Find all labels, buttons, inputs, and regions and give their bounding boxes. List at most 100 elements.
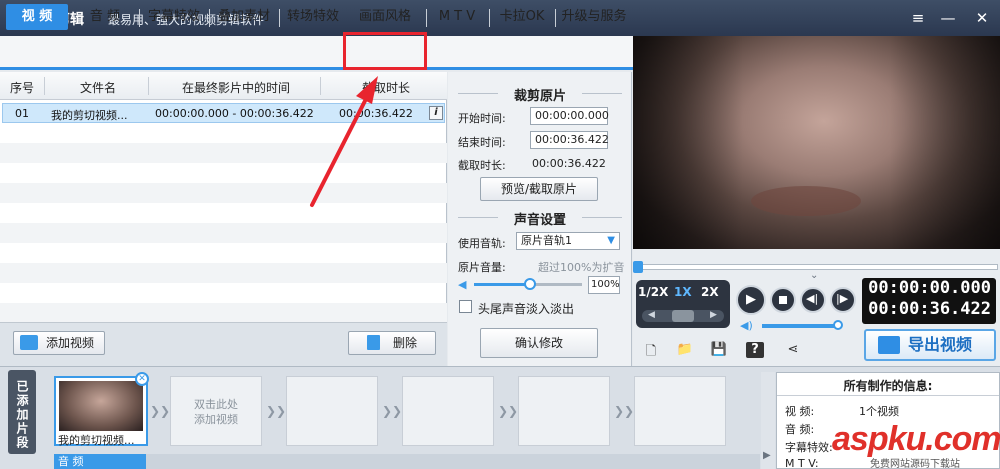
tab-separator — [489, 9, 490, 27]
row-duration: 00:00:36.422 — [339, 107, 413, 120]
column-separator — [148, 77, 149, 95]
column-separator — [320, 77, 321, 95]
empty-clip-slot[interactable] — [518, 376, 610, 446]
minimize-icon[interactable]: — — [938, 8, 958, 28]
tab-mtv[interactable]: M T V — [428, 4, 486, 30]
file-list-header: 序号 文件名 在最终影片中的时间 截取时长 — [0, 72, 447, 100]
tab-video[interactable]: 视 频 — [6, 4, 68, 30]
play-button[interactable]: ▶ — [736, 285, 766, 315]
main-tab-bar — [0, 36, 633, 70]
player-volume-thumb[interactable] — [833, 320, 843, 330]
empty-clip-slot[interactable] — [402, 376, 494, 446]
delete-label: 删除 — [393, 336, 418, 350]
volume-icon[interactable]: ◀) — [740, 319, 753, 332]
trash-icon — [367, 335, 380, 350]
start-time-input[interactable]: 00:00:00.000 — [530, 107, 609, 125]
start-time-label: 开始时间: — [458, 112, 506, 125]
speed-normal[interactable]: 1X — [674, 285, 692, 299]
added-clips-label: 已添加片段 — [8, 370, 36, 454]
open-folder-icon[interactable]: 📁 — [676, 342, 694, 358]
preview-crop-button[interactable]: 预览/截取原片 — [480, 177, 598, 201]
clip-name: 我的剪切视频... — [58, 434, 135, 447]
help-icon[interactable]: ? — [746, 342, 764, 358]
tab-separator — [555, 9, 556, 27]
empty-row — [0, 303, 447, 322]
add-video-button[interactable]: 添加视频 — [13, 331, 105, 355]
volume-label: 原片音量: — [458, 261, 506, 274]
tab-overlay-material[interactable]: 叠加素材 — [212, 4, 276, 30]
info-icon[interactable]: i — [429, 106, 443, 120]
tab-audio[interactable]: 音 频 — [74, 4, 136, 30]
empty-clip-slot[interactable] — [286, 376, 378, 446]
next-frame-button[interactable]: |▶ — [830, 287, 856, 313]
tab-transition-effects[interactable]: 转场特效 — [282, 4, 344, 30]
crop-settings-panel: 裁剪原片 开始时间: 00:00:00.000 结束时间: 00:00:36.4… — [448, 72, 632, 366]
clip-thumbnail[interactable]: 我的剪切视频... — [54, 376, 148, 447]
tab-picture-style[interactable]: 画面风格 — [348, 4, 422, 30]
fade-label: 头尾声音淡入淡出 — [478, 302, 575, 316]
stop-button[interactable] — [770, 287, 796, 313]
column-header-filename: 文件名 — [80, 81, 117, 95]
watermark-logo: aspku.com — [832, 420, 1000, 458]
row-index: 01 — [15, 107, 29, 120]
watermark-subtext: 免费网站源码下载站 — [870, 459, 960, 469]
clip-thumbnail-image — [59, 381, 143, 431]
tab-upgrade-service[interactable]: 升级与服务 — [557, 4, 631, 30]
divider — [777, 395, 999, 396]
empty-clip-slot[interactable]: 双击此处 添加视频 — [170, 376, 262, 446]
video-preview[interactable] — [633, 36, 1000, 249]
info-mtv-label: M T V: — [785, 457, 819, 469]
table-row[interactable]: 01 我的剪切视频... 00:00:00.000 - 00:00:36.422… — [2, 103, 445, 123]
slower-icon: ◀ — [648, 310, 655, 320]
player-volume-slider[interactable] — [762, 324, 842, 328]
chevron-right-icon: ❯❯ — [150, 404, 171, 418]
duration-label: 截取时长: — [458, 159, 506, 172]
play-icon: ▶ — [746, 292, 756, 307]
empty-row — [0, 183, 447, 203]
empty-clip-slot[interactable] — [634, 376, 726, 446]
chevron-right-icon: ❯❯ — [266, 404, 287, 418]
menu-icon[interactable]: ≡ — [908, 8, 928, 28]
chevron-right-icon: ❯❯ — [614, 404, 635, 418]
speed-slider[interactable]: ◀ ▶ — [642, 310, 724, 322]
info-audio-label: 音 频: — [785, 423, 815, 436]
stop-icon — [779, 296, 787, 304]
crop-section-title: 裁剪原片 — [513, 89, 566, 104]
export-video-label: 导出视频 — [908, 335, 973, 354]
empty-row — [0, 143, 447, 163]
confirm-changes-button[interactable]: 确认修改 — [480, 328, 598, 358]
volume-hint: 超过100%为扩音 — [538, 261, 625, 274]
timeline-scroll-button[interactable]: ▶ — [761, 372, 775, 469]
tab-subtitle-effects[interactable]: 字幕特效 — [142, 4, 206, 30]
divider — [458, 217, 498, 218]
new-project-icon[interactable]: 🗋 — [642, 342, 660, 359]
video-frame-vignette — [633, 36, 1000, 249]
speed-double[interactable]: 2X — [701, 285, 719, 299]
previous-frame-button[interactable]: ◀| — [800, 287, 826, 313]
speed-slider-thumb[interactable] — [672, 310, 694, 322]
divider — [458, 93, 498, 94]
audio-track-value: 原片音轨1 — [521, 234, 572, 247]
audio-track-label: 使用音轨: — [458, 237, 506, 250]
duration-value: 00:00:36.422 — [532, 157, 606, 170]
chevron-right-icon: ❯❯ — [498, 404, 519, 418]
volume-slider-thumb[interactable] — [524, 278, 537, 290]
collapse-chevron-icon[interactable]: ⌄ — [810, 270, 818, 281]
remove-clip-icon[interactable]: ✕ — [135, 372, 149, 386]
audio-track-select[interactable]: 原片音轨1 ▼ — [516, 232, 620, 250]
delete-button[interactable]: 删除 — [348, 331, 436, 355]
tab-separator — [139, 9, 140, 27]
speed-half[interactable]: 1/2X — [638, 285, 668, 299]
info-subtitle-label: 字幕特效: — [785, 441, 833, 454]
save-icon[interactable]: 💾 — [710, 342, 728, 358]
seek-thumb[interactable] — [633, 261, 643, 273]
close-icon[interactable]: ✕ — [972, 8, 992, 28]
tab-karaoke[interactable]: 卡拉OK — [492, 4, 552, 30]
audio-track-label: 音 频 — [54, 454, 146, 469]
fade-checkbox[interactable] — [459, 300, 472, 313]
export-video-button[interactable]: 导出视频 — [864, 329, 996, 361]
divider — [582, 93, 622, 94]
audio-track-bar[interactable] — [54, 454, 760, 469]
share-icon[interactable]: ⋖ — [784, 342, 802, 358]
end-time-input[interactable]: 00:00:36.422 — [530, 131, 609, 149]
